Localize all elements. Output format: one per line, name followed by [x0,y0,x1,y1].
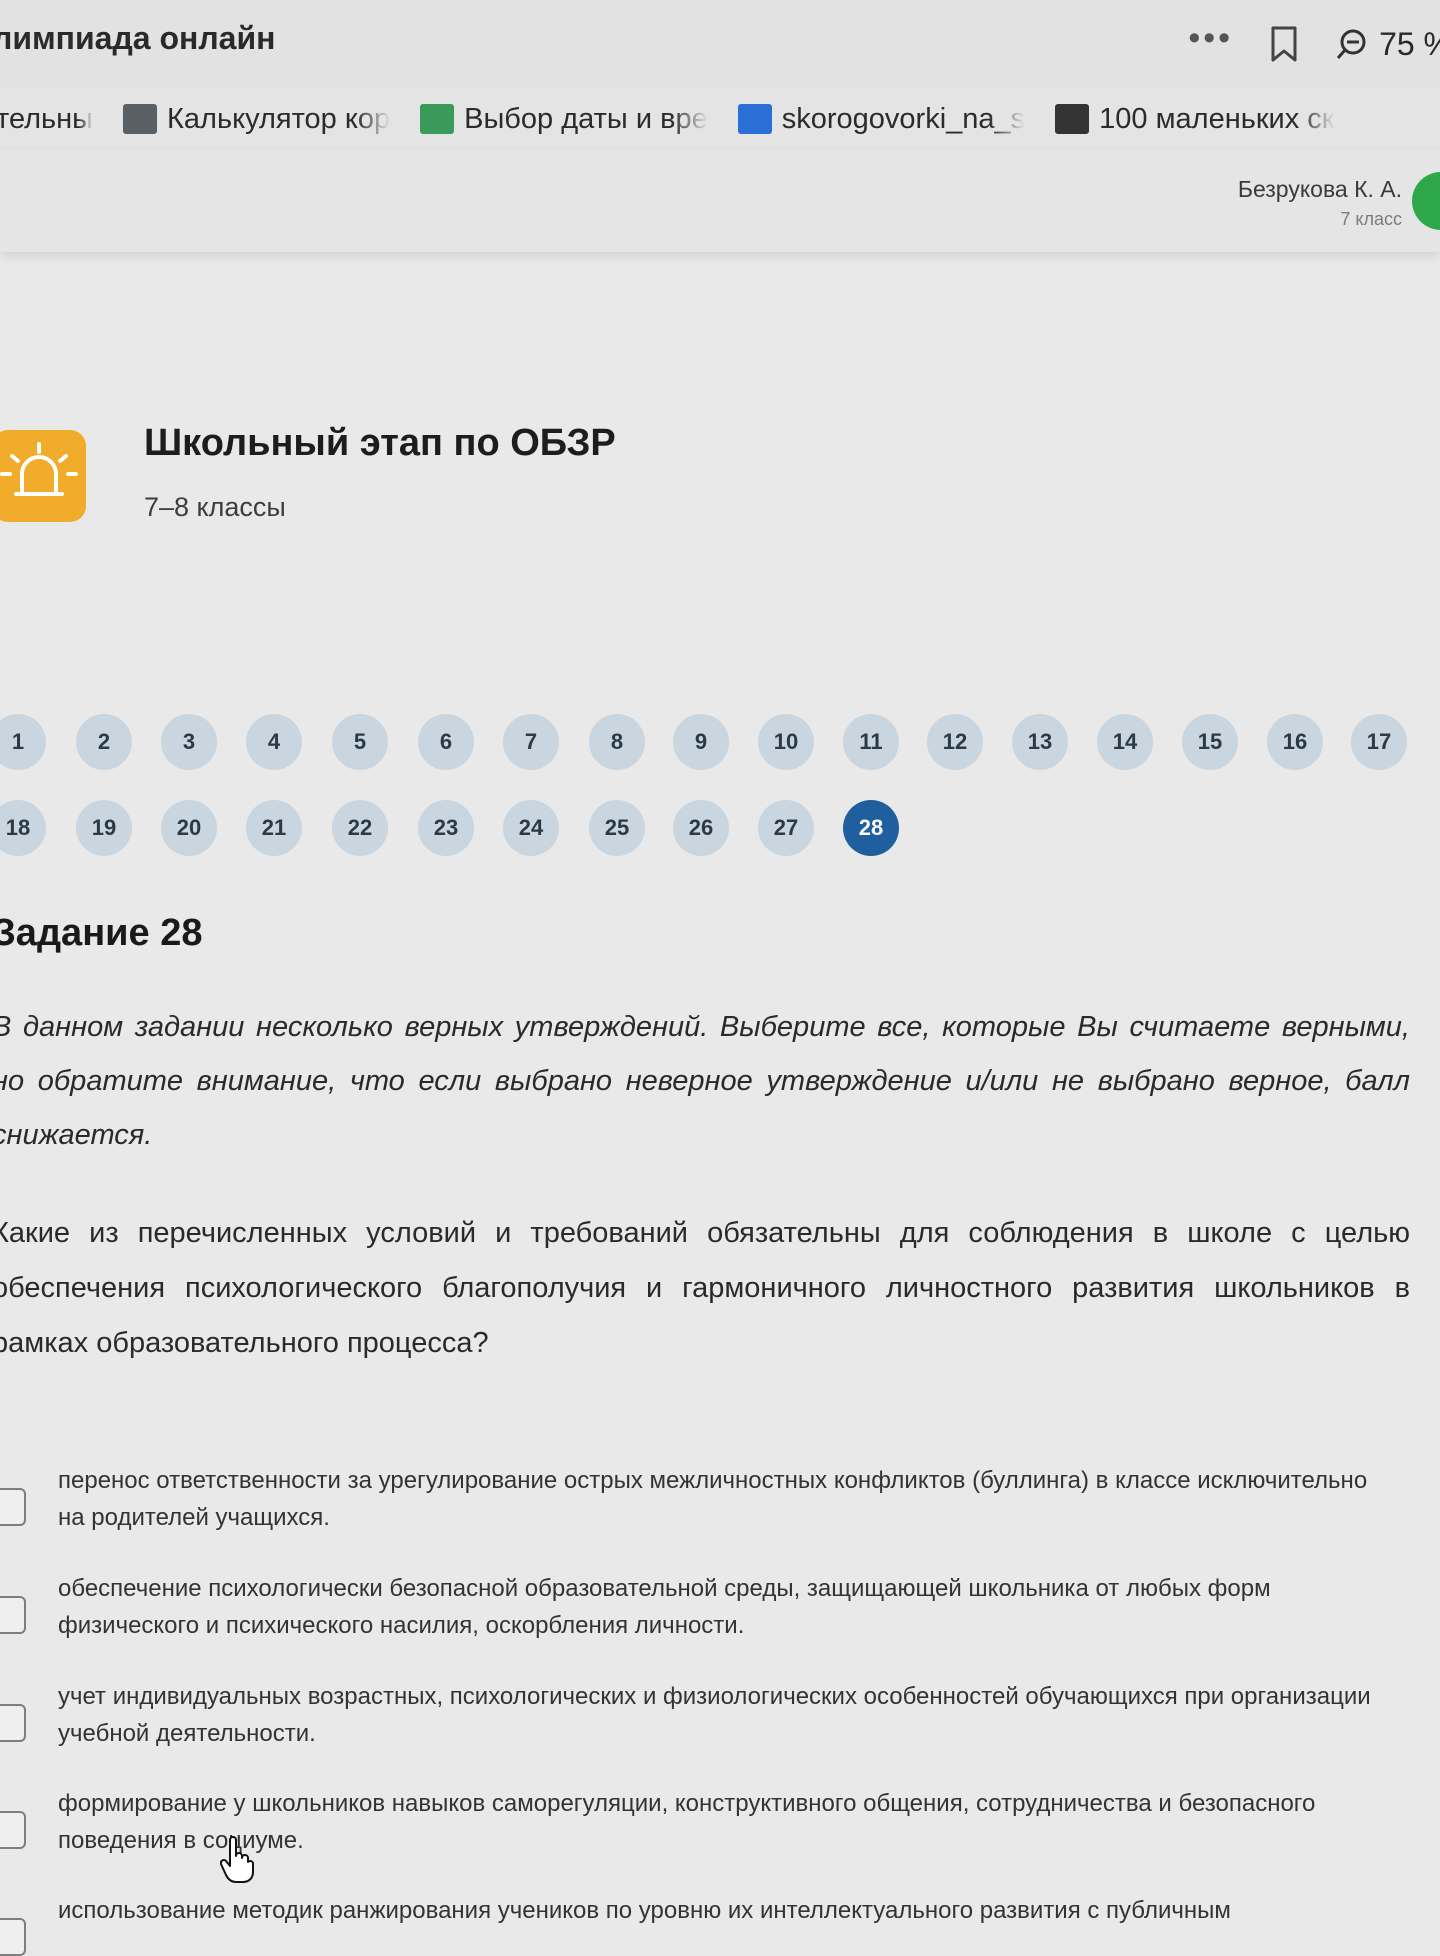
question-number-button[interactable]: 14 [1097,714,1153,770]
question-number-button[interactable]: 11 [843,714,899,770]
answer-checkbox[interactable] [0,1488,26,1526]
question-number-button[interactable]: 5 [332,714,388,770]
olympiad-grades: 7–8 классы [144,492,286,522]
answer-option-text: использование методик ранжирования учени… [58,1897,1231,1924]
question-number-button[interactable]: 25 [589,800,645,856]
question-number-button[interactable]: 10 [758,714,814,770]
question-number-button[interactable]: 21 [246,800,302,856]
question-number-button[interactable]: 15 [1182,714,1238,770]
site-header: Безрукова К. А. 7 класс [0,150,1440,252]
question-number-button[interactable]: 16 [1267,714,1323,770]
answer-checkbox[interactable] [0,1918,26,1956]
answer-option-text: учет индивидуальных возрастных, психолог… [58,1683,1371,1747]
question-number-button[interactable]: 23 [418,800,474,856]
infinity-icon [1055,104,1090,134]
document-icon [737,104,772,134]
titlebar-controls: ••• 75 % [1188,18,1440,70]
question-number-button[interactable]: 3 [161,714,217,770]
task-question: Какие из перечисленных условий и требова… [0,1217,1410,1359]
question-number-button[interactable]: 27 [758,800,814,856]
browser-titlebar: лимпиада онлайн ••• 75 % [0,0,1440,88]
olympiad-header: Школьный этап по ОБЗР 7–8 классы [0,420,1440,540]
question-number-button[interactable]: 24 [503,800,559,856]
bookmark-icon[interactable] [1269,26,1299,62]
calculator-icon [123,104,158,134]
bookmark-item[interactable]: тельны [0,103,93,136]
answer-checkbox[interactable] [0,1596,26,1634]
question-number-button[interactable]: 6 [418,714,474,770]
olympiad-title: Школьный этап по ОБЗР [144,422,616,464]
question-number-button[interactable]: 18 [0,800,46,856]
task-instruction: В данном задании несколько верных утверж… [0,1011,1410,1151]
bookmark-item[interactable]: Калькулятор кор [123,103,390,136]
question-number-button[interactable]: 22 [332,800,388,856]
zoom-indicator[interactable]: 75 % [1335,26,1440,63]
answer-option-text: формирование у школьников навыков саморе… [58,1790,1316,1854]
question-number-button[interactable]: 7 [503,714,559,770]
bookmark-item[interactable]: 100 маленьких ск [1055,102,1335,136]
question-number-button[interactable]: 17 [1351,714,1407,770]
user-name: Безрукова К. А. [1237,176,1402,202]
question-number-button[interactable]: 20 [161,800,217,856]
more-dots-icon[interactable]: ••• [1188,21,1233,55]
question-number-button[interactable]: 4 [246,714,302,770]
bookmark-label: 100 маленьких ск [1099,102,1335,135]
question-number-button[interactable]: 13 [1012,714,1068,770]
bookmark-label: Калькулятор кор [167,102,391,135]
bookmark-item[interactable]: Выбор даты и вре [420,103,708,136]
answer-option-text: перенос ответственности за урегулировани… [58,1467,1368,1531]
bookmark-item[interactable]: skorogovorki_na_s [737,102,1026,136]
zoom-level: 75 % [1379,25,1440,62]
bookmark-label: тельны [0,102,94,135]
zoom-icon [1336,29,1366,59]
hand-cursor-icon [220,1836,254,1883]
window-title: лимпиада онлайн [0,20,276,56]
bookmark-label: Выбор даты и вре [464,102,708,135]
task-title: Задание 28 [0,912,203,954]
avatar[interactable] [1412,172,1440,230]
user-class: 7 класс [1340,209,1402,229]
question-number-button[interactable]: 1 [0,714,46,770]
answer-checkbox[interactable] [0,1704,26,1742]
answer-option-text: обеспечение психологически безопасной об… [58,1575,1271,1639]
question-number-button[interactable]: 2 [76,714,132,770]
question-number-button[interactable]: 12 [927,714,983,770]
question-number-button[interactable]: 28 [843,800,899,856]
bookmark-label: skorogovorki_na_s [781,102,1026,135]
answer-checkbox[interactable] [0,1811,26,1849]
user-info[interactable]: Безрукова К. А. 7 класс [1238,176,1402,230]
siren-icon [0,430,86,522]
question-number-button[interactable]: 8 [589,714,645,770]
question-number-button[interactable]: 19 [76,800,132,856]
bookmarks-bar: тельны Калькулятор кор Выбор даты и вре sko… [0,88,1440,150]
question-number-button[interactable]: 26 [673,800,729,856]
calendar-icon [420,104,455,134]
question-number-button[interactable]: 9 [673,714,729,770]
